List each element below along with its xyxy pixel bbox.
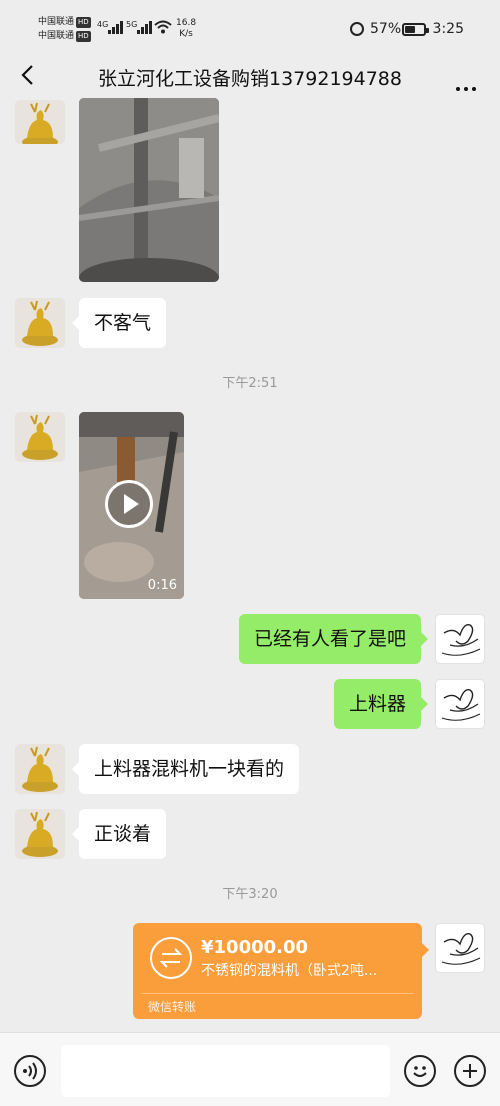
golden-deer-avatar-icon: [15, 412, 65, 462]
signal-icon: [137, 20, 153, 34]
contact-avatar[interactable]: [15, 412, 65, 462]
input-bar: [0, 1032, 500, 1106]
play-icon[interactable]: [105, 480, 153, 528]
signal-icon: [108, 20, 124, 34]
status-bar: 中国联通 HD 中国联通 HD 4G 5G 16.8 K/s 57% 3:25: [0, 0, 500, 56]
clock: 3:25: [432, 21, 464, 37]
battery-icon: [402, 23, 429, 36]
timestamp: 下午3:20: [222, 887, 278, 902]
network-speed: 16.8 K/s: [176, 18, 197, 39]
message-input[interactable]: [61, 1045, 390, 1097]
video-message[interactable]: 0:16: [79, 412, 184, 599]
voice-icon[interactable]: [14, 1055, 46, 1087]
my-avatar[interactable]: [435, 614, 485, 664]
transfer-note: 不锈钢的混料机（卧式2吨...: [201, 963, 378, 979]
emoji-icon[interactable]: [404, 1055, 436, 1087]
plus-icon[interactable]: [454, 1055, 486, 1087]
golden-deer-avatar-icon: [15, 744, 65, 794]
signature-avatar-icon: [441, 689, 481, 721]
message-list[interactable]: 不客气 下午2:51 0:16 已经有人看了是吧 上料器 上料器混料机一块看的 …: [0, 98, 500, 1032]
signature-avatar-icon: [441, 624, 481, 656]
message-bubble-incoming[interactable]: 不客气: [71, 298, 167, 348]
golden-deer-avatar-icon: [15, 809, 65, 859]
message-bubble-incoming[interactable]: 正谈着: [71, 809, 167, 859]
contact-avatar[interactable]: [15, 744, 65, 794]
alarm-icon: [350, 22, 364, 36]
golden-deer-avatar-icon: [15, 100, 65, 144]
timestamp: 下午2:51: [222, 376, 278, 391]
carrier-2: 中国联通 HD: [38, 31, 91, 42]
contact-avatar[interactable]: [15, 100, 65, 144]
transfer-label: 微信转账: [148, 1000, 197, 1014]
transfer-amount: ¥10000.00: [201, 937, 309, 958]
more-options-button[interactable]: [452, 76, 476, 95]
message-bubble-outgoing[interactable]: 已经有人看了是吧: [238, 614, 429, 664]
back-chevron-icon[interactable]: [18, 64, 40, 86]
network-type-2: 5G: [126, 20, 138, 29]
video-duration: 0:16: [147, 578, 177, 593]
chat-header: 张立河化工设备购销13792194788: [0, 56, 500, 98]
battery-fill: [405, 26, 415, 33]
contact-avatar[interactable]: [15, 298, 65, 348]
carrier-1: 中国联通 HD: [38, 17, 91, 28]
message-bubble-outgoing[interactable]: 上料器: [333, 679, 429, 729]
more-dots-icon: [456, 87, 460, 91]
message-bubble-incoming[interactable]: 上料器混料机一块看的: [71, 744, 300, 794]
golden-deer-avatar-icon: [15, 298, 65, 348]
battery-percent: 57%: [370, 21, 402, 37]
wifi-icon: [154, 20, 172, 34]
signature-avatar-icon: [441, 933, 481, 965]
machine-photo[interactable]: [79, 98, 219, 282]
my-avatar[interactable]: [435, 679, 485, 729]
wechat-transfer-card[interactable]: ¥10000.00 不锈钢的混料机（卧式2吨... 微信转账: [133, 923, 429, 1019]
network-type-1: 4G: [97, 20, 109, 29]
contact-avatar[interactable]: [15, 809, 65, 859]
transfer-icon: [150, 937, 192, 979]
divider: [141, 993, 414, 994]
my-avatar[interactable]: [435, 923, 485, 973]
chat-title: 张立河化工设备购销13792194788: [98, 68, 402, 90]
